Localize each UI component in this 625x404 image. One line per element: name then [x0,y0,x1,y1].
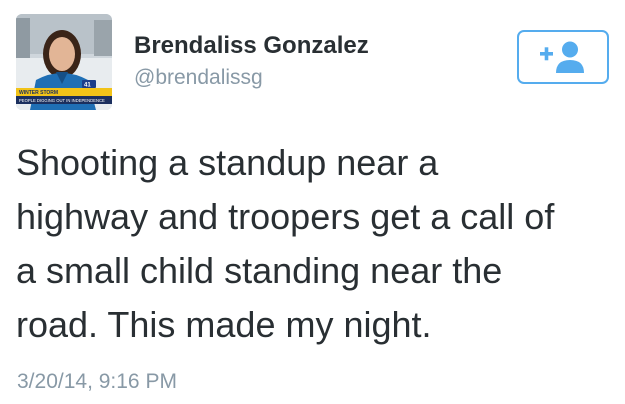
avatar-logo-text: 41 [84,83,91,89]
tweet-timestamp[interactable]: 3/20/14, 9:16 PM [17,370,177,394]
follow-user-plus-icon [540,41,584,73]
avatar-photo: WINTER STORM PEOPLE DIGGING OUT IN INDEP… [16,14,112,110]
avatar[interactable]: WINTER STORM PEOPLE DIGGING OUT IN INDEP… [16,14,112,110]
tweet-text-line: a small child standing near the [16,250,503,291]
tweet-text: Shooting a standup near a highway and tr… [16,136,616,352]
tweet-text-line: Shooting a standup near a [16,142,439,183]
display-name[interactable]: Brendaliss Gonzalez [134,32,369,60]
tweet-text-line: road. This made my night. [16,304,432,345]
tweet-card: WINTER STORM PEOPLE DIGGING OUT IN INDEP… [0,0,625,404]
follow-button[interactable] [517,30,609,84]
user-handle[interactable]: @brendalissg [134,66,263,90]
avatar-tag-text: WINTER STORM [19,90,58,96]
tweet-text-line: highway and troopers get a call of [16,196,555,237]
avatar-banner-text: PEOPLE DIGGING OUT IN INDEPENDENCE [19,98,105,103]
